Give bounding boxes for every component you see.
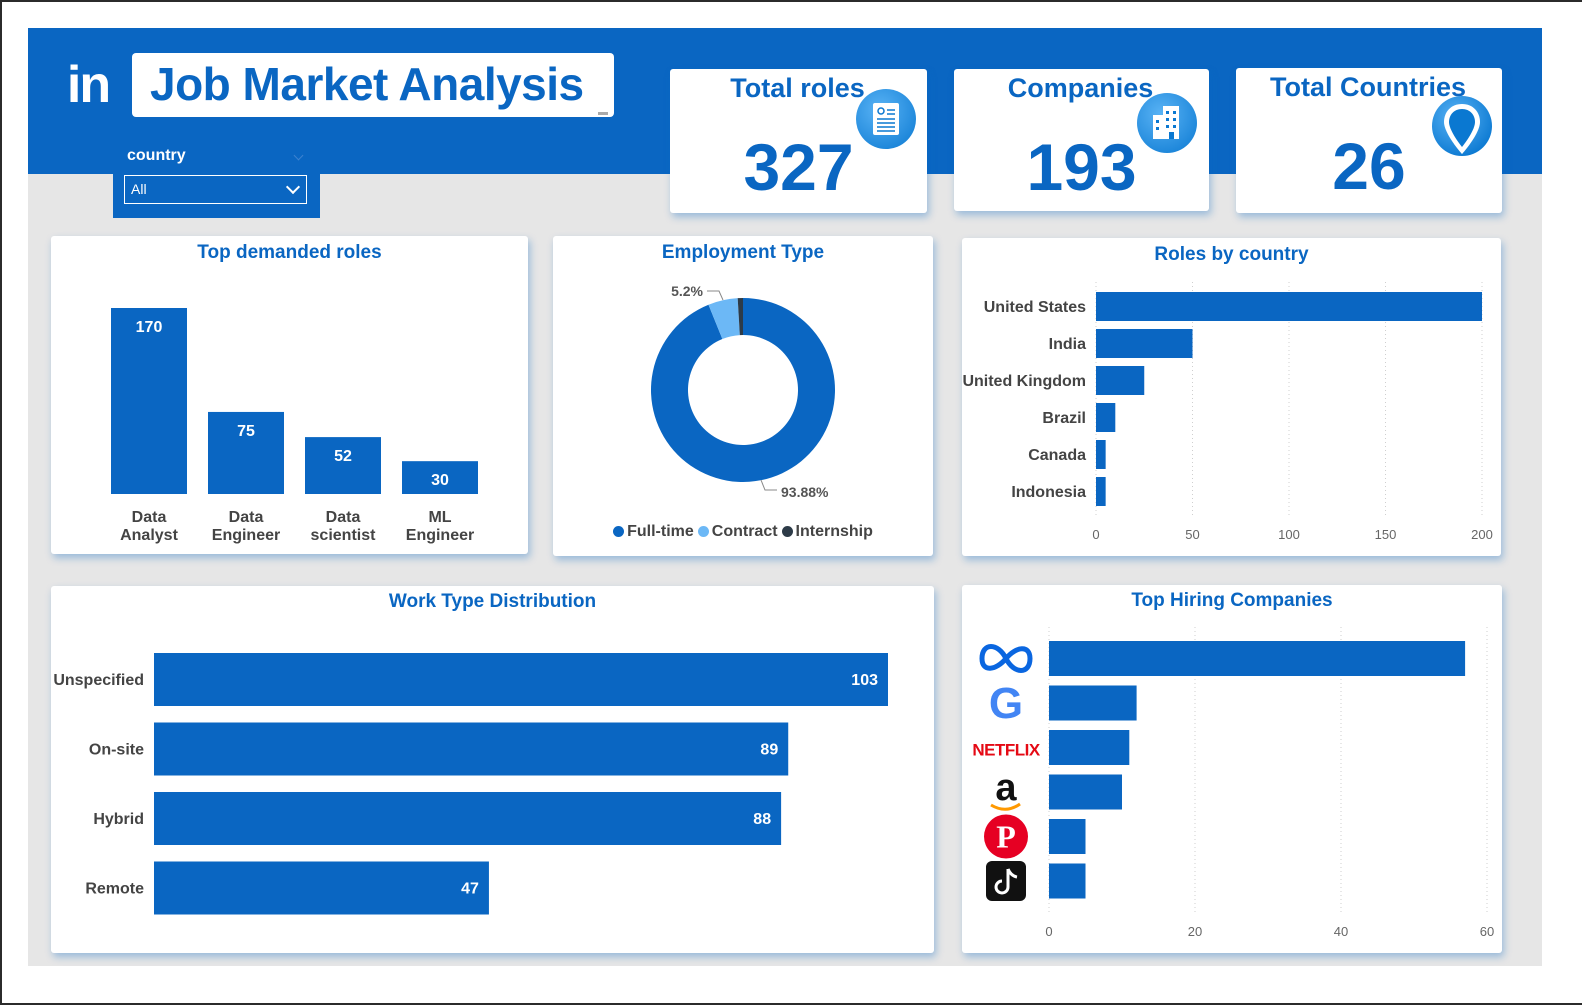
bar [1049,863,1086,899]
google-logo-icon: G [989,679,1023,728]
data-label: 30 [431,472,449,489]
bar [1096,440,1106,469]
tick-label: 100 [1278,527,1300,542]
page-title: Job Market Analysis [150,58,584,110]
category-label: Data [229,509,264,526]
building-icon [1137,93,1197,153]
tick-label: 0 [1045,924,1052,939]
category-label: Engineer [406,527,474,544]
category-label: India [1049,336,1086,353]
data-label: 170 [136,319,163,336]
category-label: ML [428,509,451,526]
data-label: 75 [237,423,255,440]
category-label: Data [132,509,167,526]
bar [1049,819,1086,854]
bar [1096,477,1106,506]
kpi-total-countries: Total Countries 26 [1236,68,1502,213]
tiktok-logo-icon [986,861,1026,901]
legend-dot-icon [613,526,625,537]
data-label: 93.88% [781,484,829,500]
card-roles-by-country: Roles by country 0 50 100 150 200 United Stat… [962,238,1501,556]
data-label: 89 [760,742,778,759]
leader-line [760,479,777,491]
data-label: 47 [461,881,479,898]
employment-type-chart: 93.88% 5.2% [651,283,835,500]
leader-line [707,290,724,301]
bar [154,722,789,776]
card-top-roles: Top demanded roles 170 Data Analyst 75 Data E… [51,236,528,554]
country-dropdown[interactable]: All [124,175,307,204]
employment-legend: Full-time Contract Internship [553,523,933,541]
kpi-companies: Companies 193 [954,69,1209,211]
category-label: Unspecified [53,672,144,689]
pinterest-letter-icon: P [996,819,1016,855]
country-slicer: country All [113,140,320,218]
top-roles-chart: 170DataAnalyst75DataEngineer52Datascient… [111,308,478,544]
card-employment-type: Employment Type 93.88% 5.2% Full-time Cont… [553,236,933,556]
bar [305,437,381,494]
slicer-label: country [127,147,186,164]
category-label: Analyst [120,527,178,544]
work-type-chart: 103 Unspecified 89 On-site 88 Hybrid 47 Remote [53,653,888,915]
amazon-logo-icon: a [995,767,1017,809]
legend-item: Contract [697,523,778,541]
bar [1049,774,1122,810]
bar [1049,730,1130,765]
title-box: Job Market Analysis [132,53,614,117]
legend-item: Full-time [613,523,694,541]
chevron-down-icon [285,179,301,195]
tick-label: 50 [1185,527,1199,542]
data-label: 88 [753,811,771,828]
category-label: Brazil [1042,410,1086,427]
tick-label: 150 [1375,527,1397,542]
bar [154,653,888,706]
linkedin-logo-icon: in [66,56,111,114]
country-dropdown-value: All [131,181,147,197]
card-work-type: Work Type Distribution 103 Unspecified 89 O… [51,586,934,953]
category-label: Engineer [212,527,280,544]
data-label: 52 [334,448,352,465]
category-label: Data [326,509,361,526]
category-label: Canada [1028,447,1086,464]
category-label: scientist [311,527,377,544]
tick-label: 40 [1334,924,1348,939]
tick-label: 200 [1471,527,1493,542]
category-label: United States [984,299,1086,316]
card-top-hiring: Top Hiring Companies 0 20 40 60 G NETFLIX a P [962,585,1502,953]
bar [1096,329,1193,358]
legend-dot-icon [781,526,793,537]
category-label: Indonesia [1011,484,1086,501]
netflix-logo-icon: NETFLIX [972,741,1040,760]
document-icon [856,89,916,149]
category-label: Hybrid [93,811,144,828]
resize-handle-icon [598,112,608,115]
legend-item: Internship [781,523,873,541]
bar [1049,641,1466,676]
category-label: United Kingdom [962,373,1086,390]
kpi-total-roles: Total roles 327 [670,69,927,213]
legend-label: Full-time [627,523,694,540]
bar [1049,685,1137,721]
collapse-chevron-icon[interactable] [293,150,304,161]
bar [1096,403,1116,432]
legend-label: Internship [795,523,873,540]
bar [1096,366,1145,395]
top-hiring-chart: 0 20 40 60 G NETFLIX aP [972,627,1494,939]
category-label: Remote [85,881,144,898]
data-label: 5.2% [671,283,703,299]
legend-label: Contract [711,523,778,540]
data-label: 103 [851,672,878,689]
location-pin-icon [1430,96,1494,160]
tick-label: 60 [1480,924,1494,939]
legend-dot-icon [697,526,709,537]
bar [154,861,489,915]
tick-label: 0 [1092,527,1099,542]
roles-by-country-chart: 0 50 100 150 200 United States India United Kin… [962,282,1493,542]
tick-label: 20 [1188,924,1202,939]
bar [154,792,782,845]
meta-logo-icon [979,644,1033,673]
bar [1096,292,1482,321]
category-label: On-site [89,742,144,759]
